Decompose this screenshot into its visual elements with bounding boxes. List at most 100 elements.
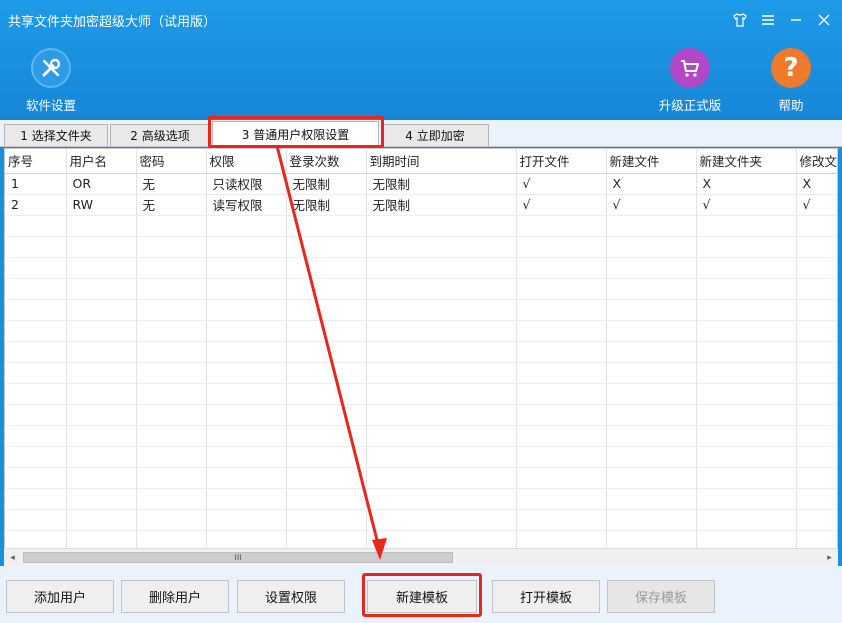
empty-cell xyxy=(206,236,287,258)
delete-user-button[interactable]: 删除用户 xyxy=(121,580,229,613)
empty-cell xyxy=(136,383,207,405)
col-header[interactable]: 新建文件夹 xyxy=(696,149,797,174)
empty-cell xyxy=(5,362,67,384)
empty-cell xyxy=(66,215,137,237)
col-header[interactable]: 密码 xyxy=(136,149,207,174)
horizontal-scrollbar[interactable]: ◂ III ▸ xyxy=(4,548,838,566)
scroll-left-icon[interactable]: ◂ xyxy=(4,549,21,566)
open-template-button[interactable]: 打开模板 xyxy=(492,580,600,613)
empty-cell xyxy=(796,215,837,237)
col-header[interactable]: 登录次数 xyxy=(286,149,367,174)
empty-cell xyxy=(606,404,697,426)
col-header[interactable]: 权限 xyxy=(206,149,287,174)
empty-cell xyxy=(516,299,607,321)
empty-cell xyxy=(286,509,367,531)
empty-cell xyxy=(5,341,67,363)
col-header[interactable]: 到期时间 xyxy=(366,149,517,174)
empty-cell xyxy=(366,362,517,384)
empty-cell xyxy=(136,320,207,342)
tab-encrypt-now[interactable]: 4 立即加密 xyxy=(381,124,489,146)
empty-cell xyxy=(516,257,607,279)
empty-cell xyxy=(606,488,697,510)
question-icon: ? xyxy=(771,48,811,88)
table-row[interactable]: 1 OR 无 只读权限 无限制 无限制 √ X X X xyxy=(5,173,837,195)
empty-cell xyxy=(606,467,697,489)
table-row[interactable]: 2 RW 无 读写权限 无限制 无限制 √ √ √ √ xyxy=(5,194,837,216)
empty-cell xyxy=(66,488,137,510)
empty-cell xyxy=(366,509,517,531)
empty-cell xyxy=(66,299,137,321)
col-header[interactable]: 序号 xyxy=(5,149,67,174)
empty-cell xyxy=(696,446,797,468)
empty-cell xyxy=(696,341,797,363)
add-user-button[interactable]: 添加用户 xyxy=(6,580,114,613)
col-header[interactable]: 打开文件 xyxy=(516,149,607,174)
empty-cell xyxy=(286,467,367,489)
empty-cell xyxy=(696,425,797,447)
col-header[interactable]: 修改文件 xyxy=(796,149,837,174)
empty-cell xyxy=(696,383,797,405)
empty-cell xyxy=(696,467,797,489)
empty-row xyxy=(5,509,837,531)
empty-cell xyxy=(206,278,287,300)
empty-cell xyxy=(606,341,697,363)
empty-cell xyxy=(796,320,837,342)
tab-advanced-options[interactable]: 2 高级选项 xyxy=(110,124,210,146)
empty-row xyxy=(5,215,837,237)
empty-cell xyxy=(516,467,607,489)
skin-icon[interactable] xyxy=(728,8,752,32)
empty-cell xyxy=(606,425,697,447)
tab-select-folder[interactable]: 1 选择文件夹 xyxy=(4,124,108,146)
col-header[interactable]: 用户名 xyxy=(66,149,137,174)
table-cell: 读写权限 xyxy=(206,194,287,216)
scroll-right-icon[interactable]: ▸ xyxy=(821,549,838,566)
empty-cell xyxy=(206,362,287,384)
empty-cell xyxy=(136,446,207,468)
button-highlight-box xyxy=(362,573,482,617)
table-cell: 无 xyxy=(136,194,207,216)
empty-cell xyxy=(206,446,287,468)
empty-cell xyxy=(136,362,207,384)
close-icon[interactable] xyxy=(812,8,836,32)
empty-cell xyxy=(606,299,697,321)
table-cell: √ xyxy=(696,194,797,216)
empty-cell xyxy=(606,215,697,237)
cart-icon xyxy=(670,48,710,88)
empty-cell xyxy=(286,257,367,279)
empty-cell xyxy=(606,446,697,468)
empty-cell xyxy=(66,278,137,300)
empty-cell xyxy=(366,404,517,426)
tab-highlight-box xyxy=(208,116,384,148)
empty-cell xyxy=(366,320,517,342)
empty-cell xyxy=(366,215,517,237)
empty-cell xyxy=(796,509,837,531)
table-cell: X xyxy=(696,173,797,195)
empty-cell xyxy=(696,509,797,531)
empty-cell xyxy=(366,467,517,489)
set-permission-button[interactable]: 设置权限 xyxy=(237,580,345,613)
settings-button[interactable]: 软件设置 xyxy=(22,48,80,114)
app-header: 共享文件夹加密超级大师（试用版） 软件设置 升级正式版 ? 帮助 xyxy=(0,0,842,120)
empty-cell xyxy=(606,362,697,384)
empty-cell xyxy=(796,404,837,426)
empty-cell xyxy=(796,425,837,447)
empty-cell xyxy=(66,425,137,447)
empty-cell xyxy=(696,236,797,258)
scroll-thumb[interactable]: III xyxy=(23,552,453,563)
col-header[interactable]: 新建文件 xyxy=(606,149,697,174)
empty-cell xyxy=(366,383,517,405)
minimize-icon[interactable] xyxy=(784,8,808,32)
empty-cell xyxy=(136,236,207,258)
empty-cell xyxy=(5,215,67,237)
menu-icon[interactable] xyxy=(756,8,780,32)
empty-cell xyxy=(516,341,607,363)
empty-cell xyxy=(206,257,287,279)
empty-cell xyxy=(286,320,367,342)
empty-cell xyxy=(516,362,607,384)
empty-cell xyxy=(366,446,517,468)
help-button[interactable]: ? 帮助 xyxy=(768,48,814,114)
empty-cell xyxy=(366,425,517,447)
upgrade-button[interactable]: 升级正式版 xyxy=(654,48,726,114)
empty-cell xyxy=(796,383,837,405)
tab-strip: 1 选择文件夹 2 高级选项 3 普通用户权限设置 4 立即加密 xyxy=(0,120,842,147)
